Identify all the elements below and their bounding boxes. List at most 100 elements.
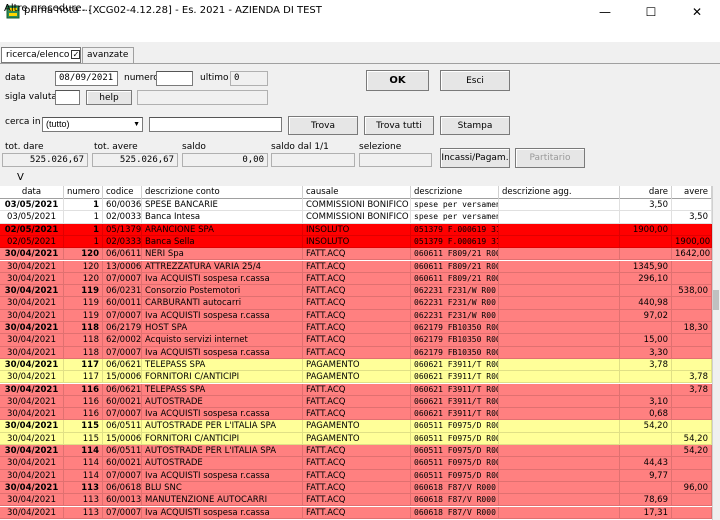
selezione-field [359, 153, 432, 167]
table-row[interactable]: 30/04/2021 118 06/2179 HOST SPA FATT.ACQ 0621… [0, 322, 712, 335]
cell-descrizione: 060621 F3911/T R00 [411, 371, 499, 384]
sigla-valuta-field[interactable] [55, 90, 80, 105]
table-row[interactable]: 30/04/2021 116 07/0007 Iva ACQUISTI sospesa… [0, 408, 712, 421]
cell-codice: 02/0033 [103, 211, 142, 224]
cell-dare: 1900,00 [620, 223, 672, 236]
column-header-descrizione[interactable]: descrizione [411, 186, 499, 199]
cell-descrizione: 051379 F.000619 31/ [411, 235, 499, 249]
cerca-text-field[interactable] [149, 117, 282, 132]
table-row[interactable]: 30/04/2021 119 07/0007 Iva ACQUISTI sospesa… [0, 309, 712, 322]
cell-descrizione-conto: AUTOSTRADE PER L'ITALIA SPA [142, 420, 303, 433]
journal-grid[interactable]: data numero codice descrizione conto causale… [0, 186, 712, 520]
cell-descrizione: 060611 F809/21 R00 [411, 260, 499, 273]
cell-causale: FATT.ACQ [303, 408, 411, 421]
column-header-numero[interactable]: numero [64, 186, 103, 199]
cell-causale: FATT.ACQ [303, 383, 411, 396]
cell-data: 30/04/2021 [0, 272, 64, 286]
tab-checkbox[interactable]: ✓ [71, 50, 81, 59]
cerca-in-select[interactable]: (tutto) ▼ [42, 117, 143, 132]
trova-button[interactable]: Trova [288, 116, 358, 135]
table-row[interactable]: 30/04/2021 116 06/0621 TELEPASS SPA FATT.ACQ… [0, 383, 712, 396]
column-header-causale[interactable]: causale [303, 186, 411, 199]
incassi-pagam-button[interactable]: Incassi/Pagam. [440, 148, 510, 168]
tab-ricerca-elenco[interactable]: ricerca/elenco ✓ [1, 47, 81, 63]
cell-avere [672, 408, 712, 421]
column-header-descrizione-conto[interactable]: descrizione conto [142, 186, 303, 199]
cell-descrizione-agg [499, 358, 620, 372]
table-row[interactable]: 30/04/2021 113 07/0007 Iva ACQUISTI sospesa… [0, 506, 712, 519]
table-row[interactable]: 30/04/2021 120 13/0006 ATTREZZATURA VARIA 2… [0, 260, 712, 273]
column-header-descrizione-agg[interactable]: descrizione agg. [499, 186, 620, 199]
cell-descrizione-agg [499, 260, 620, 273]
table-row[interactable]: 30/04/2021 115 06/0511 AUTOSTRADE PER L'ITA… [0, 420, 712, 433]
table-row[interactable]: 30/04/2021 114 07/0007 Iva ACQUISTI sospesa… [0, 469, 712, 482]
cell-causale: FATT.ACQ [303, 322, 411, 335]
table-row[interactable]: 30/04/2021 117 06/0621 TELEPASS SPA PAGAMENT… [0, 358, 712, 372]
menu-bar [0, 24, 720, 42]
table-row[interactable]: 03/05/2021 1 60/0036 SPESE BANCARIE COMMISSI… [0, 199, 712, 212]
cell-avere [672, 346, 712, 359]
maximize-button[interactable]: ☐ [628, 0, 674, 24]
minimize-button[interactable]: — [582, 0, 628, 24]
cell-avere [672, 334, 712, 347]
cell-causale: FATT.ACQ [303, 248, 411, 261]
sigla-valuta-label: sigla valuta [5, 92, 57, 102]
table-row[interactable]: 02/05/2021 1 02/0333 Banca Sella INSOLUTO 051… [0, 235, 712, 249]
trova-tutti-button[interactable]: Trova tutti [364, 116, 434, 135]
cell-avere [672, 199, 712, 212]
table-row[interactable]: 02/05/2021 1 05/1379 ARANCIONE SPA INSOLUTO 0… [0, 223, 712, 236]
table-row[interactable]: 03/05/2021 1 02/0033 Banca Intesa COMMISSION… [0, 211, 712, 224]
tot-dare-field: 525.026,67 [2, 153, 88, 167]
table-row[interactable]: 30/04/2021 118 62/0002 Acquisto servizi int… [0, 334, 712, 347]
table-row[interactable]: 30/04/2021 119 60/0011 CARBURANTI autocarri… [0, 297, 712, 310]
stampa-button[interactable]: Stampa [440, 116, 510, 135]
scrollbar-thumb[interactable] [713, 290, 719, 310]
table-row[interactable]: 30/04/2021 114 60/0021 AUTOSTRADE FATT.ACQ 06… [0, 457, 712, 470]
vertical-scrollbar[interactable] [712, 186, 720, 520]
table-row[interactable]: 30/04/2021 120 06/0611 NERI Spa FATT.ACQ 0606… [0, 248, 712, 261]
cell-avere [672, 420, 712, 433]
numero-field[interactable] [156, 71, 193, 86]
cell-data: 30/04/2021 [0, 358, 64, 372]
tab-avanzate[interactable]: avanzate [82, 47, 134, 63]
cell-descrizione: 060611 F809/21 R00 [411, 248, 499, 261]
column-header-dare[interactable]: dare [620, 186, 672, 199]
cell-numero: 119 [64, 297, 103, 310]
column-header-codice[interactable]: codice [103, 186, 142, 199]
cell-data: 30/04/2021 [0, 494, 64, 507]
cell-descrizione: spese per versamento [411, 211, 499, 224]
cell-descrizione-agg [499, 199, 620, 212]
table-row[interactable]: 30/04/2021 113 60/0013 MANUTENZIONE AUTOCAR… [0, 494, 712, 507]
close-button[interactable]: ✕ [674, 0, 720, 24]
table-row[interactable]: 30/04/2021 118 07/0007 Iva ACQUISTI sospesa… [0, 346, 712, 359]
cell-dare [620, 322, 672, 335]
cell-descrizione-conto: TELEPASS SPA [142, 358, 303, 372]
cell-avere: 1900,00 [672, 235, 712, 249]
data-label: data [5, 73, 26, 83]
cell-descrizione-agg [499, 235, 620, 249]
table-row[interactable]: 30/04/2021 119 06/0231 Consorzio Postemotor… [0, 285, 712, 298]
data-field[interactable]: 08/09/2021 [55, 71, 118, 86]
partitario-button[interactable]: Partitario [515, 148, 585, 168]
tot-avere-field: 525.026,67 [92, 153, 178, 167]
cell-descrizione: 062231 F231/W R00 [411, 285, 499, 298]
help-button[interactable]: help [86, 90, 132, 105]
column-header-data[interactable]: data [0, 186, 64, 199]
table-row[interactable]: 30/04/2021 114 06/0511 AUTOSTRADE PER L'ITA… [0, 445, 712, 458]
esci-button[interactable]: Esci [440, 70, 510, 91]
cell-causale: FATT.ACQ [303, 494, 411, 507]
ok-button[interactable]: OK [366, 70, 429, 91]
table-row[interactable]: 30/04/2021 117 15/0006 FORNITORI C/ANTICIPI… [0, 371, 712, 384]
menu-altre-procedure[interactable]: Altre procedure... [4, 3, 91, 14]
cell-causale: INSOLUTO [303, 223, 411, 236]
cell-descrizione-agg [499, 494, 620, 507]
table-row[interactable]: 30/04/2021 115 15/0006 FORNITORI C/ANTICIPI… [0, 432, 712, 445]
cell-causale: PAGAMENTO [303, 371, 411, 384]
cell-descrizione: 062231 F231/W R00 [411, 309, 499, 322]
cell-dare [620, 383, 672, 396]
table-row[interactable]: 30/04/2021 113 06/0618 BLU SNC FATT.ACQ 06061… [0, 481, 712, 495]
cell-descrizione-conto: HOST SPA [142, 322, 303, 335]
column-header-avere[interactable]: avere [672, 186, 712, 199]
table-row[interactable]: 30/04/2021 116 60/0021 AUTOSTRADE FATT.ACQ 06… [0, 395, 712, 409]
table-row[interactable]: 30/04/2021 120 07/0007 Iva ACQUISTI sospesa… [0, 272, 712, 286]
